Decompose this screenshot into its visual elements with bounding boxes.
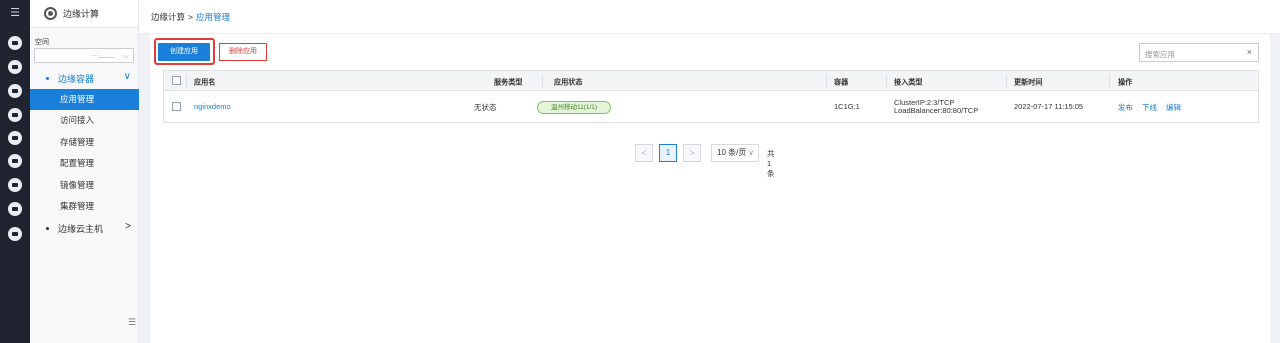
page-size-value: 10 条/页 <box>717 148 747 157</box>
breadcrumb-separator: > <box>188 12 193 22</box>
service-type: 无状态 <box>474 103 497 112</box>
main-card: 创建应用 删除应用 搜索应用 × 应用名 服务类型 应用状态 容器 接入类型 更… <box>150 34 1270 343</box>
divider <box>1109 74 1110 88</box>
select-all-checkbox[interactable] <box>172 76 181 85</box>
storage-icon[interactable] <box>8 131 22 145</box>
edge-node-icon[interactable] <box>8 108 22 122</box>
sidebar-item-app-management[interactable]: 应用管理 <box>30 89 139 110</box>
cluster-icon[interactable] <box>8 227 22 241</box>
nav-group-edge-host[interactable]: 边缘云主机 > <box>30 218 139 238</box>
icon-rail: ☰ <box>0 0 30 343</box>
config-icon[interactable] <box>8 154 22 168</box>
divider <box>826 74 827 88</box>
sidebar-item-access[interactable]: 访问接入 <box>30 110 139 131</box>
chevron-right-icon: > <box>125 221 131 232</box>
divider <box>542 74 543 88</box>
search-input[interactable]: 搜索应用 × <box>1139 43 1259 62</box>
access-type-line2: LoadBalancer:80:80/TCP <box>894 106 979 115</box>
header-access-type: 接入类型 <box>894 77 923 87</box>
edge-computing-logo-icon <box>44 7 57 20</box>
nav-group-label: 边缘云主机 <box>58 223 104 234</box>
clear-icon[interactable]: × <box>1247 47 1252 57</box>
sidebar-item-image[interactable]: 镜像管理 <box>30 175 139 196</box>
bullet-icon <box>46 226 49 230</box>
publish-link[interactable]: 发布 <box>1118 102 1133 113</box>
sidebar-item-cluster[interactable]: 集群管理 <box>30 196 139 217</box>
updated-time: 2022-07-17 11:15:05 <box>1014 102 1084 111</box>
network-icon[interactable] <box>8 84 22 98</box>
nav-group-edge-container[interactable]: 边缘容器 ∨ <box>30 68 139 88</box>
divider <box>886 74 887 88</box>
collapse-sidebar-icon[interactable]: ☰ <box>128 318 136 327</box>
header-status: 应用状态 <box>554 77 583 87</box>
offline-link[interactable]: 下线 <box>1142 102 1157 113</box>
header-updated: 更新时间 <box>1014 77 1043 87</box>
namespace-select[interactable]: ....:_____ ⌵ <box>34 48 134 63</box>
divider <box>1006 74 1007 88</box>
current-page-button[interactable]: 1 <box>659 144 677 162</box>
sidebar-title: 边缘计算 <box>63 9 100 19</box>
prev-page-button[interactable]: < <box>635 144 653 162</box>
cloud-icon[interactable] <box>8 178 22 192</box>
chevron-down-icon: ∨ <box>748 148 754 157</box>
app-name-link[interactable]: nginxdemo <box>194 102 231 111</box>
edit-link[interactable]: 编辑 <box>1166 102 1181 113</box>
create-app-button[interactable]: 创建应用 <box>158 43 210 61</box>
mirror-icon[interactable] <box>8 202 22 216</box>
namespace-value: ....:_____ <box>89 52 115 58</box>
header-name: 应用名 <box>194 77 216 87</box>
page-size-select[interactable]: 10 条/页 ∨ <box>711 144 759 162</box>
chevron-down-icon: ∨ <box>123 71 131 82</box>
header-actions: 操作 <box>1118 77 1133 87</box>
container-spec: 1C1G:1 <box>834 102 860 111</box>
breadcrumb-current: 应用管理 <box>195 12 230 22</box>
namespace-label: 空间 <box>35 39 49 46</box>
nav-group-label: 边缘容器 <box>58 73 95 84</box>
row-checkbox[interactable] <box>172 102 181 111</box>
app-table: 应用名 服务类型 应用状态 容器 接入类型 更新时间 操作 nginxdemo … <box>163 70 1259 123</box>
header-service-type: 服务类型 <box>494 77 523 87</box>
total-count: 共1条 <box>767 149 775 178</box>
header-container: 容器 <box>834 77 849 87</box>
app-circle-icon[interactable] <box>8 36 22 50</box>
hamburger-menu-icon[interactable]: ☰ <box>8 7 22 19</box>
delete-app-button[interactable]: 删除应用 <box>219 43 267 61</box>
sidebar: 边缘计算 空间 ....:_____ ⌵ 边缘容器 ∨ 应用管理 访问接入 存储… <box>30 0 139 343</box>
table-row: nginxdemo 无状态 温州移动11(1/1) 1C1G:1 Cluster… <box>164 92 1258 123</box>
search-placeholder: 搜索应用 <box>1145 50 1175 59</box>
table-header: 应用名 服务类型 应用状态 容器 接入类型 更新时间 操作 <box>164 71 1258 91</box>
breadcrumb-root[interactable]: 边缘计算 <box>151 12 185 22</box>
divider <box>186 74 187 88</box>
bullet-icon <box>46 76 49 80</box>
sidebar-item-storage[interactable]: 存储管理 <box>30 132 139 153</box>
sidebar-item-config[interactable]: 配置管理 <box>30 153 139 174</box>
status-badge: 温州移动11(1/1) <box>537 101 611 114</box>
chevron-down-icon: ⌵ <box>122 51 129 60</box>
breadcrumb: 边缘计算 > 应用管理 <box>139 0 1280 34</box>
next-page-button[interactable]: > <box>683 144 701 162</box>
robot-icon[interactable] <box>8 60 22 74</box>
sidebar-header: 边缘计算 <box>30 0 138 28</box>
